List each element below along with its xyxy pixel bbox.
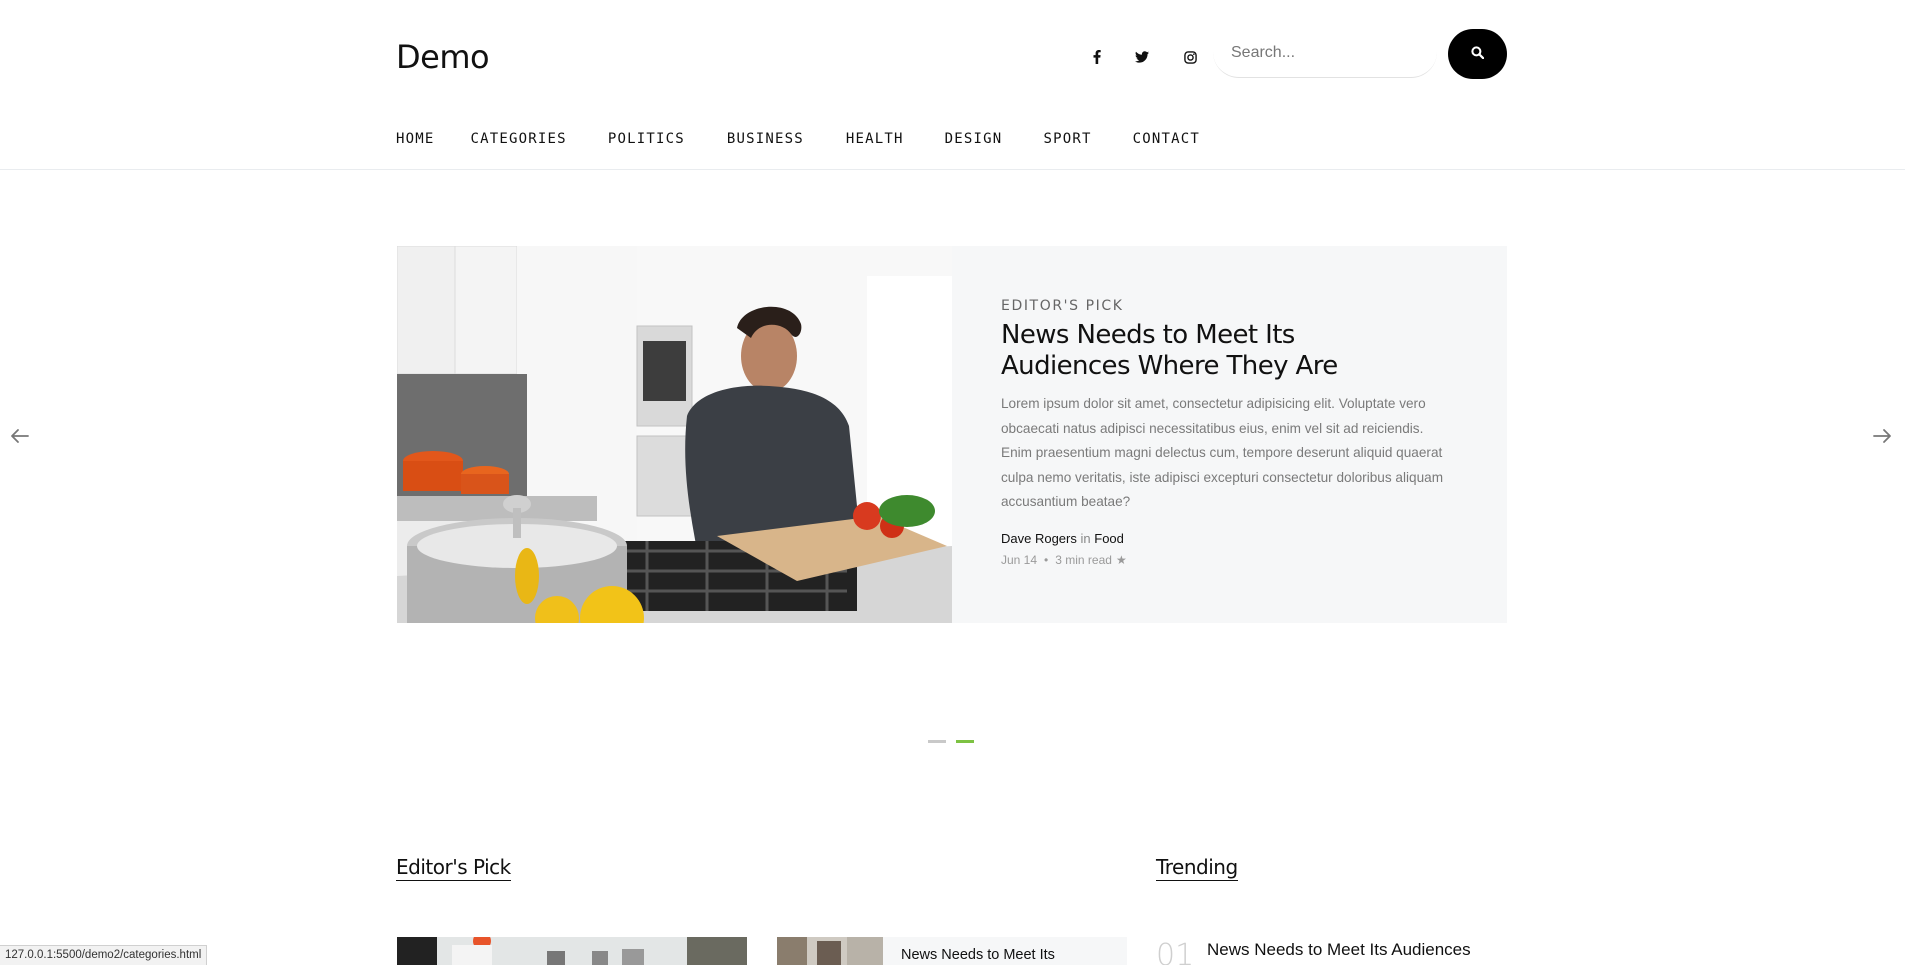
meta-separator: • bbox=[1044, 553, 1049, 567]
star-icon[interactable]: ★ bbox=[1116, 553, 1127, 567]
editors-pick-heading: Editor's Pick bbox=[396, 855, 511, 881]
slider-dot-1[interactable] bbox=[928, 740, 946, 743]
search-icon bbox=[1471, 46, 1485, 62]
byline-in: in bbox=[1080, 531, 1091, 546]
slider-pagination bbox=[928, 740, 984, 743]
read-time: 3 min read bbox=[1055, 553, 1112, 567]
hero-image[interactable] bbox=[397, 246, 952, 623]
trending-number: 01 bbox=[1156, 938, 1195, 965]
editors-pick-card-2-title[interactable]: News Needs to Meet Its bbox=[901, 947, 1055, 963]
facebook-icon[interactable] bbox=[1085, 47, 1109, 67]
site-header: Demo HOME CATEGORIES POLITICS BUSINESS H… bbox=[0, 0, 1905, 170]
editors-pick-card-2[interactable]: News Needs to Meet Its bbox=[777, 937, 1127, 965]
nav-item-home[interactable]: HOME bbox=[396, 131, 435, 147]
search-button[interactable] bbox=[1448, 29, 1507, 79]
nav-item-health[interactable]: HEALTH bbox=[846, 131, 904, 147]
slider-next-arrow-icon[interactable] bbox=[1870, 424, 1894, 448]
nav-item-sport[interactable]: SPORT bbox=[1043, 131, 1091, 147]
twitter-icon[interactable] bbox=[1130, 47, 1154, 67]
nav-item-business[interactable]: BUSINESS bbox=[727, 131, 804, 147]
hero-kicker: EDITOR'S PICK bbox=[1001, 298, 1124, 314]
editors-pick-card-1-image[interactable] bbox=[397, 937, 747, 965]
hero-title[interactable]: News Needs to Meet Its Audiences Where T… bbox=[1001, 320, 1421, 382]
category-link[interactable]: Food bbox=[1094, 531, 1124, 546]
nav-item-politics[interactable]: POLITICS bbox=[608, 131, 685, 147]
hero-excerpt: Lorem ipsum dolor sit amet, consectetur … bbox=[1001, 396, 1444, 509]
nav-item-design[interactable]: DESIGN bbox=[945, 131, 1003, 147]
hero-meta: Jun 14 • 3 min read ★ bbox=[1001, 553, 1127, 567]
trending-item-title[interactable]: News Needs to Meet Its Audiences Where T… bbox=[1207, 939, 1507, 965]
hero-byline: Dave Rogers in Food bbox=[1001, 531, 1124, 546]
author-link[interactable]: Dave Rogers bbox=[1001, 531, 1077, 546]
instagram-icon[interactable] bbox=[1178, 47, 1202, 67]
nav-item-categories[interactable]: CATEGORIES bbox=[471, 131, 567, 147]
editors-pick-card-2-image[interactable] bbox=[777, 937, 883, 965]
site-logo[interactable]: Demo bbox=[396, 38, 490, 76]
trending-heading: Trending bbox=[1156, 855, 1238, 881]
post-date: Jun 14 bbox=[1001, 553, 1038, 567]
hero-card: EDITOR'S PICK News Needs to Meet Its Aud… bbox=[952, 246, 1507, 623]
main-nav: HOME CATEGORIES POLITICS BUSINESS HEALTH… bbox=[396, 131, 1236, 147]
search-input[interactable] bbox=[1213, 28, 1437, 78]
status-bar-url: 127.0.0.1:5500/demo2/categories.html bbox=[0, 945, 208, 965]
nav-item-contact[interactable]: CONTACT bbox=[1133, 131, 1200, 147]
slider-dot-2[interactable] bbox=[956, 740, 974, 743]
slider-prev-arrow-icon[interactable] bbox=[8, 424, 32, 448]
